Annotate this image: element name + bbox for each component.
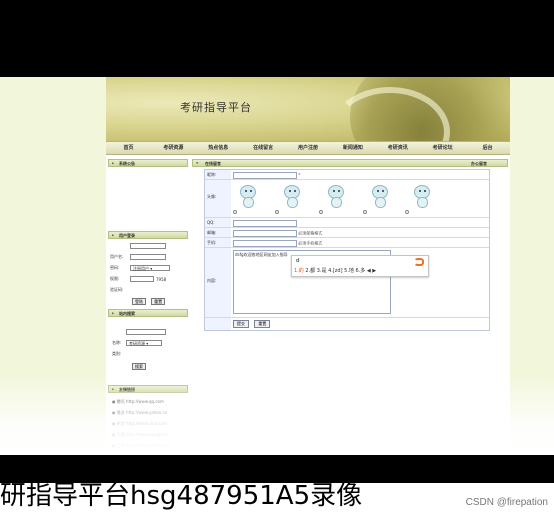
content-row: 内容: dsfg欢迎各地区网友加入指导 d 1.的 2.都 3.是 4.[zd]… bbox=[205, 248, 489, 318]
nickname-row: 昵称: * bbox=[205, 170, 489, 180]
nickname-cell: * bbox=[231, 170, 489, 179]
nav-item-register[interactable]: 用户注册 bbox=[286, 142, 331, 154]
avatar-radio-5[interactable] bbox=[405, 210, 409, 214]
keyword-input[interactable] bbox=[126, 329, 166, 335]
required-star: * bbox=[298, 172, 301, 178]
sogou-logo-icon bbox=[414, 258, 424, 266]
nickname-input[interactable] bbox=[233, 172, 297, 179]
video-fade-overlay bbox=[0, 377, 554, 455]
captcha-row: 验证码: 7958 bbox=[110, 276, 166, 295]
submit-button[interactable]: 提交 bbox=[233, 320, 249, 328]
phone-hint: 必须手机格式 bbox=[298, 240, 323, 246]
category-select[interactable]: 考研资源 ▾ bbox=[126, 340, 162, 346]
avatar-radio-1[interactable] bbox=[233, 210, 237, 214]
video-frame: 考研指导平台 首页 考研资源 热点信息 在线留言 用户注册 新闻通知 考研资讯 … bbox=[0, 77, 554, 455]
actions-cell: 提交 重置 bbox=[231, 318, 489, 330]
avatar-label: 头像: bbox=[205, 180, 231, 217]
avatar-option-5[interactable] bbox=[411, 184, 435, 210]
qq-input[interactable] bbox=[233, 220, 297, 227]
guestbook-header: 在线留言 办公留言 bbox=[192, 159, 508, 167]
captcha-code: 7958 bbox=[156, 277, 167, 282]
search-buttons: 搜索 bbox=[132, 353, 146, 372]
captcha-input[interactable] bbox=[130, 276, 154, 282]
email-hint: 必须邮箱格式 bbox=[298, 230, 323, 236]
nav-item-admin[interactable]: 后台 bbox=[465, 142, 510, 154]
content-label: 内容: bbox=[205, 248, 231, 317]
avatar-option-2[interactable] bbox=[281, 184, 305, 210]
category-row: 类别: 考研资源 ▾ bbox=[112, 340, 162, 359]
qq-row: QQ: bbox=[205, 218, 489, 228]
search-button[interactable]: 搜索 bbox=[132, 363, 146, 370]
guestbook-form: 昵称: * 头像: QQ: 邮箱: 必须邮箱格式 手机: 必须手机格式 内容: … bbox=[204, 169, 490, 331]
email-label: 邮箱: bbox=[205, 228, 231, 237]
nickname-label: 昵称: bbox=[205, 170, 231, 179]
category-select-value: 考研资源 bbox=[129, 341, 145, 346]
avatar-radio-2[interactable] bbox=[275, 210, 279, 214]
email-cell: 必须邮箱格式 bbox=[231, 228, 489, 237]
ime-first-candidate[interactable]: 1.的 bbox=[294, 268, 304, 274]
nav-item-resources[interactable]: 考研资源 bbox=[151, 142, 196, 154]
username-input[interactable] bbox=[130, 243, 166, 249]
login-button[interactable]: 登陆 bbox=[132, 298, 146, 305]
email-row: 邮箱: 必须邮箱格式 bbox=[205, 228, 489, 238]
site-banner: 考研指导平台 bbox=[106, 77, 510, 141]
nav-item-forum[interactable]: 考研论坛 bbox=[420, 142, 465, 154]
ime-candidate-window: d 1.的 2.都 3.是 4.[zd] 5.地 6.多 ◀ ▶ bbox=[291, 255, 429, 277]
login-title: 用户登录 bbox=[108, 231, 188, 239]
actions-row: 提交 重置 bbox=[205, 318, 489, 330]
phone-cell: 必须手机格式 bbox=[231, 238, 489, 247]
avatar-option-1[interactable] bbox=[237, 184, 261, 210]
login-buttons: 登陆 重置 bbox=[132, 288, 166, 307]
site-title: 考研指导平台 bbox=[180, 101, 252, 114]
screen: 考研指导平台 首页 考研资源 热点信息 在线留言 用户注册 新闻通知 考研资讯 … bbox=[0, 0, 554, 515]
reset-button[interactable]: 重置 bbox=[254, 320, 271, 328]
nav-item-news[interactable]: 新闻通知 bbox=[330, 142, 375, 154]
nav-item-guestbook[interactable]: 在线留言 bbox=[241, 142, 286, 154]
guestbook-title: 在线留言 bbox=[205, 161, 221, 166]
avatar-radio-4[interactable] bbox=[363, 210, 367, 214]
content-cell: dsfg欢迎各地区网友加入指导 d 1.的 2.都 3.是 4.[zd] 5.地… bbox=[231, 248, 489, 317]
avatar-options bbox=[231, 180, 489, 217]
actions-label-spacer bbox=[205, 318, 231, 330]
main-nav: 首页 考研资源 热点信息 在线留言 用户注册 新闻通知 考研资讯 考研论坛 后台 bbox=[106, 141, 510, 155]
nav-item-exam-news[interactable]: 考研资讯 bbox=[375, 142, 420, 154]
captcha-label: 验证码: bbox=[110, 287, 124, 292]
category-label: 类别: bbox=[112, 351, 122, 356]
qq-cell bbox=[231, 218, 489, 227]
csdn-watermark: CSDN @firepation bbox=[465, 497, 548, 508]
qq-label: QQ: bbox=[205, 218, 231, 227]
search-title: 站内搜索 bbox=[108, 309, 188, 317]
phone-label: 手机: bbox=[205, 238, 231, 247]
letterbox-top bbox=[0, 0, 554, 77]
nav-item-hot-info[interactable]: 热点信息 bbox=[196, 142, 241, 154]
avatar-row: 头像: bbox=[205, 180, 489, 218]
role-select[interactable]: 注册用户 ▾ bbox=[130, 265, 170, 271]
login-reset-button[interactable]: 重置 bbox=[151, 298, 166, 305]
avatar-option-3[interactable] bbox=[325, 184, 349, 210]
nav-item-home[interactable]: 首页 bbox=[106, 142, 151, 154]
avatar-option-4[interactable] bbox=[369, 184, 393, 210]
ime-pinyin: d bbox=[296, 258, 300, 264]
email-input[interactable] bbox=[233, 230, 297, 237]
phone-row: 手机: 必须手机格式 bbox=[205, 238, 489, 248]
avatar-radio-3[interactable] bbox=[319, 210, 323, 214]
video-caption: 研指导平台hsg487951A5录像 bbox=[0, 481, 363, 511]
ime-candidates[interactable]: 1.的 2.都 3.是 4.[zd] 5.地 6.多 ◀ ▶ bbox=[294, 267, 376, 274]
ime-other-candidates[interactable]: 2.都 3.是 4.[zd] 5.地 6.多 ◀ ▶ bbox=[304, 268, 376, 274]
content-text: dsfg欢迎各地区网友加入指导 bbox=[235, 252, 288, 257]
system-notice-title: 系统公告 bbox=[108, 159, 188, 167]
guestbook-subtitle: 办公留言 bbox=[471, 161, 487, 166]
password-input[interactable] bbox=[130, 254, 166, 260]
phone-input[interactable] bbox=[233, 240, 297, 247]
role-select-value: 注册用户 bbox=[133, 266, 149, 271]
